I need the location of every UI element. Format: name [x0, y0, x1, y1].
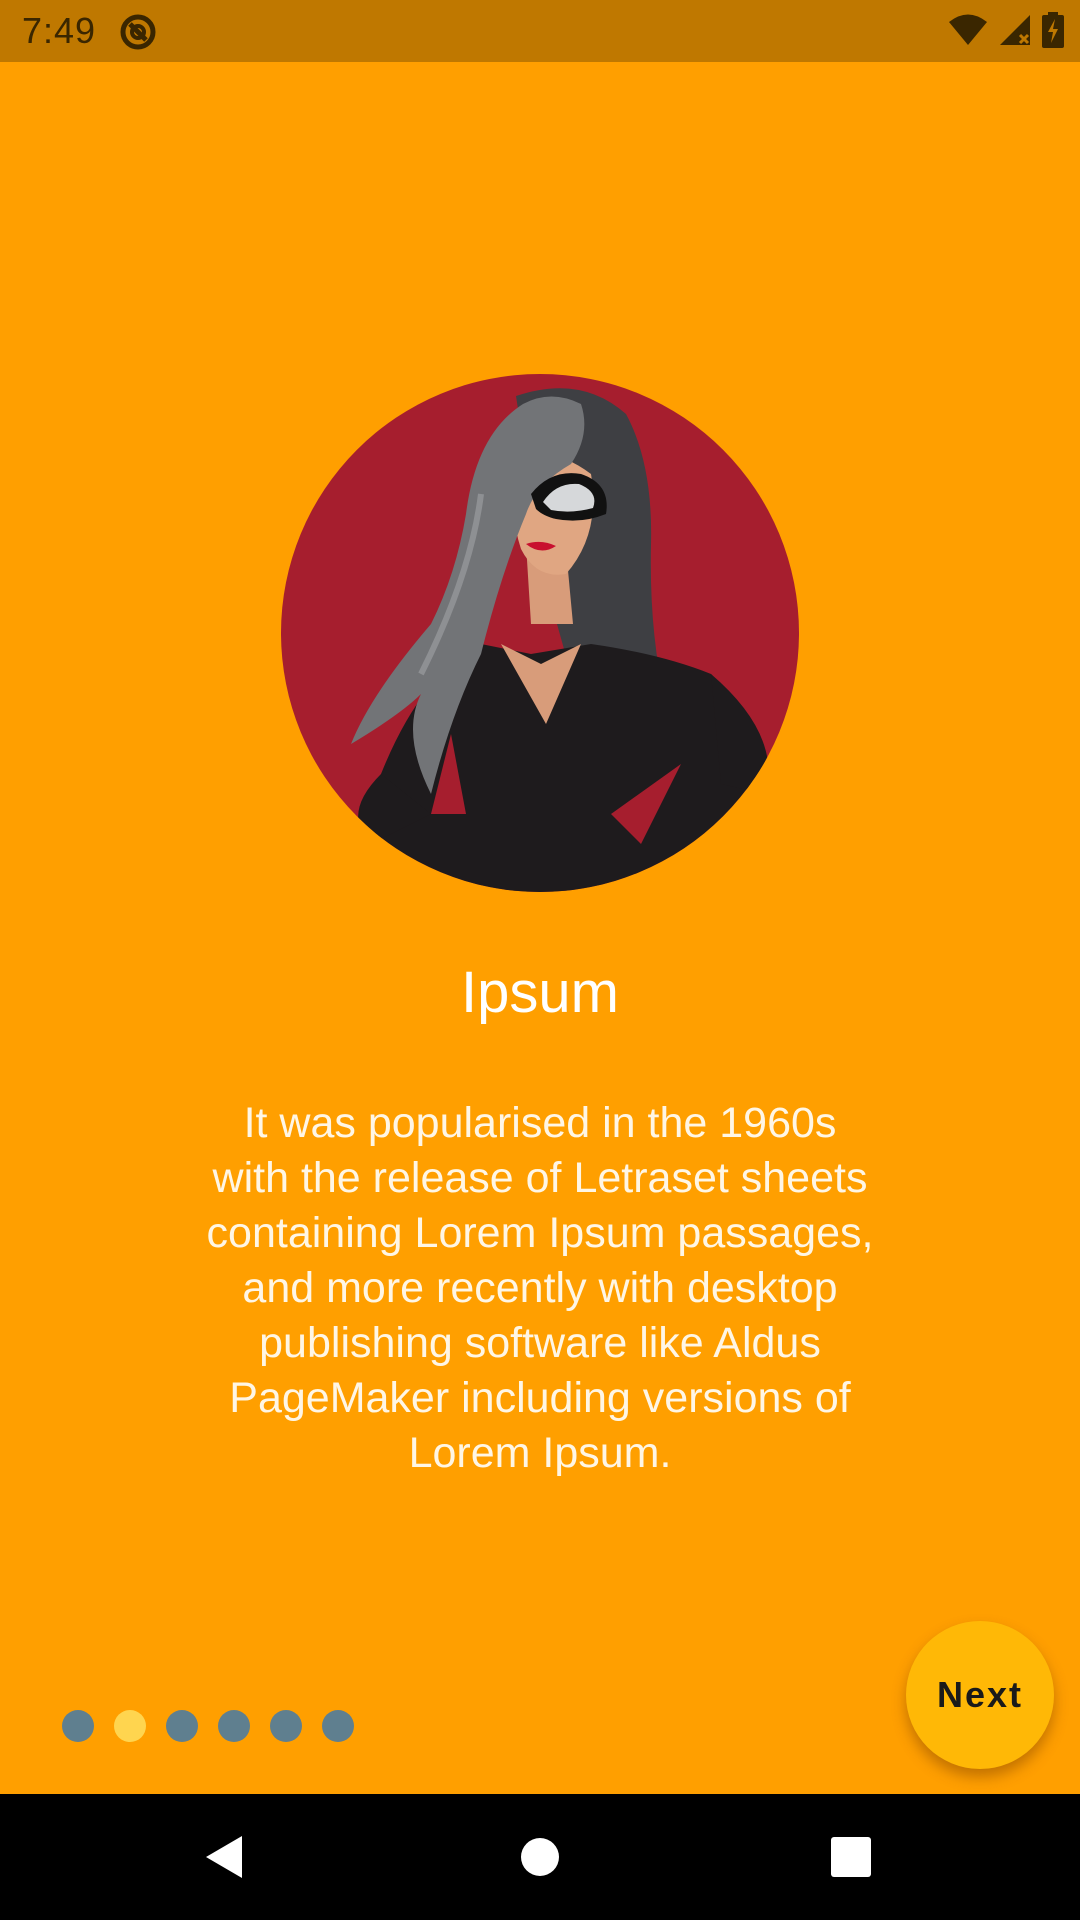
next-button[interactable]: Next — [906, 1621, 1054, 1769]
sync-app-icon — [120, 14, 156, 50]
slide-description: It was popularised in the 1960s with the… — [206, 1099, 874, 1477]
wifi-icon — [949, 14, 987, 45]
page-dot[interactable] — [166, 1710, 198, 1742]
home-icon[interactable] — [505, 1822, 575, 1892]
back-icon[interactable] — [190, 1822, 260, 1892]
page-dot[interactable] — [322, 1710, 354, 1742]
status-icons — [948, 12, 1064, 48]
slide-title: Ipsum — [461, 960, 619, 1025]
next-button-label: Next — [936, 1674, 1024, 1715]
recents-icon[interactable] — [816, 1822, 886, 1892]
status-bar: 7:49 — [0, 0, 1080, 62]
battery-charging-icon — [1042, 12, 1064, 48]
status-time: 7:49 — [22, 10, 97, 51]
woman-with-glasses-illustration — [351, 388, 781, 892]
page-dot[interactable] — [270, 1710, 302, 1742]
page-dot[interactable] — [218, 1710, 250, 1742]
page-dot[interactable] — [62, 1710, 94, 1742]
page-dot-active[interactable] — [114, 1710, 146, 1742]
page-indicator — [62, 1710, 354, 1742]
slide-image — [281, 374, 799, 892]
navigation-bar — [0, 1794, 1080, 1920]
cell-signal-icon — [1000, 15, 1030, 45]
